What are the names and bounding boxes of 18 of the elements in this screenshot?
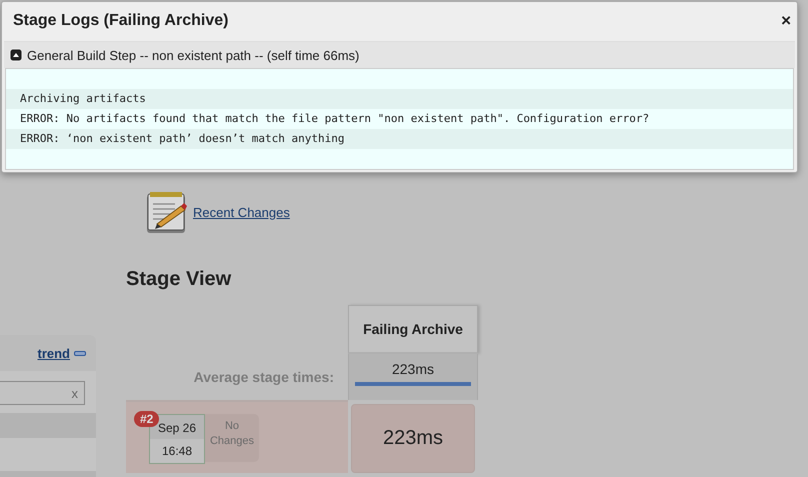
stage-header: Failing Archive xyxy=(348,305,478,354)
dialog-title: Stage Logs (Failing Archive) xyxy=(13,12,228,30)
trend-link[interactable]: trend xyxy=(38,346,70,360)
section-heading: Stage View xyxy=(126,268,232,291)
log-line: ERROR: No artifacts found that match the file pattern "non existent path". Configuration error? xyxy=(19,111,650,127)
average-label: Average stage times: xyxy=(192,368,335,387)
search-field[interactable]: x xyxy=(0,381,85,405)
close-button[interactable]: × xyxy=(779,10,793,30)
step-header[interactable]: General Build Step -- non existent path -- (self time 66ms) xyxy=(4,41,795,68)
stage-cell[interactable]: 223ms xyxy=(351,404,475,473)
collapse-icon[interactable] xyxy=(10,49,22,61)
changes-box: No Changes xyxy=(205,414,259,462)
clear-button[interactable]: x xyxy=(72,386,78,400)
build-time: 16:48 xyxy=(160,443,194,460)
average-time: 223ms xyxy=(392,361,434,377)
step-title: General Build Step -- non existent path -- (self time 66ms) xyxy=(27,48,360,62)
recent-changes-link[interactable]: Recent Changes xyxy=(193,204,290,220)
notepad-icon xyxy=(145,190,187,234)
